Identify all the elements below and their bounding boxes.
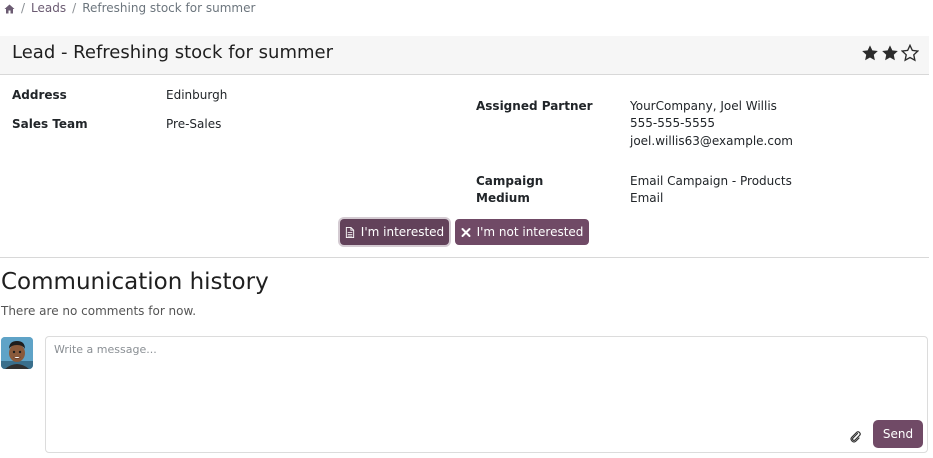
home-icon[interactable]: [4, 3, 15, 14]
breadcrumb: / Leads / Refreshing stock for summer: [4, 0, 255, 16]
section-divider: [0, 257, 929, 258]
campaign-value: Email Campaign - Products: [630, 174, 792, 188]
assigned-partner-label: Assigned Partner: [476, 99, 593, 113]
star-filled-icon[interactable]: [881, 44, 899, 62]
star-filled-icon[interactable]: [861, 44, 879, 62]
sales-team-value: Pre-Sales: [166, 117, 222, 131]
breadcrumb-current: Refreshing stock for summer: [82, 1, 256, 15]
lead-page: / Leads / Refreshing stock for summer Le…: [0, 0, 933, 458]
avatar: [1, 337, 33, 369]
not-interested-button-label: I'm not interested: [476, 225, 584, 239]
address-label: Address: [12, 88, 67, 102]
communication-history-title: Communication history: [1, 269, 269, 295]
address-value: Edinburgh: [166, 88, 228, 102]
breadcrumb-separator: /: [21, 1, 26, 15]
no-comments-text: There are no comments for now.: [1, 304, 197, 318]
not-interested-button[interactable]: I'm not interested: [455, 219, 589, 245]
message-input[interactable]: [54, 343, 834, 403]
page-title: Lead - Refreshing stock for summer: [12, 42, 334, 63]
paperclip-icon[interactable]: [849, 428, 861, 443]
breadcrumb-leads-link[interactable]: Leads: [31, 1, 66, 15]
send-button[interactable]: Send: [873, 420, 923, 448]
sales-team-label: Sales Team: [12, 117, 88, 131]
message-composer: Send: [45, 336, 928, 453]
assigned-partner-email: joel.willis63@example.com: [630, 134, 793, 148]
medium-label: Medium: [476, 191, 530, 205]
assigned-partner-name: YourCompany, Joel Willis: [630, 99, 777, 113]
breadcrumb-separator: /: [72, 1, 77, 15]
medium-value: Email: [630, 191, 664, 205]
star-empty-icon[interactable]: [901, 44, 919, 62]
priority-rating[interactable]: [861, 44, 919, 62]
interested-button-label: I'm interested: [360, 225, 445, 239]
assigned-partner-phone: 555-555-5555: [630, 116, 716, 130]
interested-button[interactable]: I'm interested: [340, 219, 449, 245]
close-icon: [461, 227, 471, 238]
lead-header: Lead - Refreshing stock for summer: [0, 36, 929, 75]
send-button-label: Send: [882, 427, 914, 441]
campaign-label: Campaign: [476, 174, 544, 188]
document-icon: [345, 226, 355, 238]
